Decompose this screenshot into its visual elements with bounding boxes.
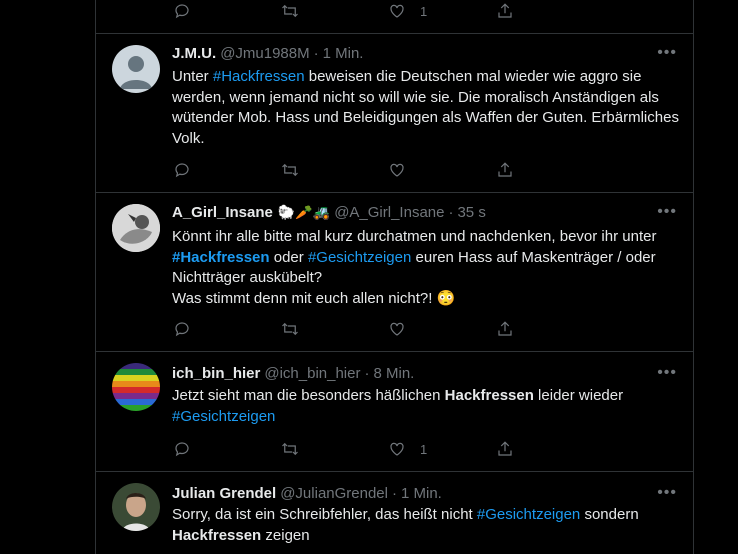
tweet-actions <box>173 319 603 339</box>
user-photo-icon <box>112 483 160 531</box>
retweet-button[interactable] <box>281 439 389 459</box>
share-icon <box>497 162 512 177</box>
text-segment: Könnt ihr alle bitte mal kurz durchatmen… <box>172 228 657 245</box>
timeline: 1 J.M.U. @Jmu1988M · 1 Min. ••• Unter #H… <box>95 0 694 554</box>
timestamp[interactable]: 1 Min. <box>323 45 364 62</box>
retweet-icon <box>281 322 298 336</box>
tweet-actions: 1 <box>173 1 603 21</box>
retweet-icon <box>281 163 298 177</box>
user-handle[interactable]: @A_Girl_Insane <box>334 204 444 221</box>
like-icon <box>390 322 404 336</box>
user-name[interactable]: J.M.U. <box>172 45 216 62</box>
avatar[interactable] <box>112 483 160 531</box>
tweet-actions: 1 <box>173 439 603 459</box>
share-icon <box>497 321 512 336</box>
like-button[interactable] <box>388 319 496 339</box>
text-segment: Unter <box>172 68 213 85</box>
rainbow-flag-icon <box>112 363 160 411</box>
tweet[interactable]: J.M.U. @Jmu1988M · 1 Min. ••• Unter #Hac… <box>96 33 693 192</box>
retweet-icon <box>281 4 298 18</box>
avatar[interactable] <box>112 204 160 252</box>
text-segment: sondern <box>580 506 639 523</box>
tweet-header: Julian Grendel @JulianGrendel · 1 Min. <box>172 485 442 502</box>
tweet-text: Jetzt sieht man die besonders häßlichen … <box>172 386 682 427</box>
timestamp[interactable]: 35 s <box>457 204 485 221</box>
hashtag-link[interactable]: #Gesichtzeigen <box>477 506 580 523</box>
text-segment: leider wieder <box>533 387 624 404</box>
tweet-text: Unter #Hackfressen beweisen die Deutsche… <box>172 67 682 149</box>
hashtag-link[interactable]: #Hackfressen <box>213 68 305 85</box>
reply-button[interactable] <box>173 319 281 339</box>
text-segment: oder <box>269 248 308 266</box>
like-button[interactable]: 1 <box>388 439 496 459</box>
default-avatar-icon <box>120 56 152 89</box>
retweet-icon <box>281 442 298 456</box>
reply-button[interactable] <box>173 439 281 459</box>
tweet-header: A_Girl_Insane 🐑🥕🚜 @A_Girl_Insane · 35 s <box>172 204 486 221</box>
share-icon <box>497 3 512 18</box>
like-count: 1 <box>420 3 428 19</box>
tweet[interactable]: A_Girl_Insane 🐑🥕🚜 @A_Girl_Insane · 35 s … <box>96 192 693 351</box>
hashtag-link[interactable]: #Gesichtzeigen <box>172 408 275 425</box>
tweet-actions <box>173 160 603 180</box>
reply-icon <box>175 163 189 178</box>
tweet-text: Sorry, da ist ein Schreibfehler, das hei… <box>172 505 682 546</box>
reply-icon <box>175 4 189 19</box>
share-button[interactable] <box>496 319 604 339</box>
like-button[interactable]: 1 <box>388 1 496 21</box>
avatar[interactable] <box>112 45 160 93</box>
share-button[interactable] <box>496 1 604 21</box>
more-icon[interactable]: ••• <box>657 203 677 221</box>
user-name[interactable]: Julian Grendel <box>172 485 276 502</box>
like-icon <box>390 163 404 177</box>
tweet-header: J.M.U. @Jmu1988M · 1 Min. <box>172 45 364 62</box>
like-icon <box>390 442 404 456</box>
text-segment: zeigen <box>261 526 310 544</box>
user-name[interactable]: A_Girl_Insane <box>172 204 273 221</box>
retweet-button[interactable] <box>281 1 389 21</box>
reply-button[interactable] <box>173 1 281 21</box>
share-button[interactable] <box>496 439 604 459</box>
tweet[interactable]: ich_bin_hier @ich_bin_hier · 8 Min. ••• … <box>96 351 693 471</box>
like-button[interactable] <box>388 160 496 180</box>
retweet-button[interactable] <box>281 160 389 180</box>
reply-icon <box>175 322 189 337</box>
hashtag-link[interactable]: #Hackfressen <box>172 249 270 266</box>
user-handle[interactable]: @ich_bin_hier <box>264 365 360 382</box>
name-emoji: 🐑🥕🚜 <box>277 204 331 220</box>
more-icon[interactable]: ••• <box>657 364 677 382</box>
text-segment: Jetzt sieht man die besonders häßlichen <box>172 387 445 404</box>
avatar[interactable] <box>112 363 160 411</box>
text-segment: Was stimmt denn mit euch allen nicht?! 😳 <box>172 289 456 307</box>
more-icon[interactable]: ••• <box>657 484 677 502</box>
user-photo-icon <box>112 204 160 252</box>
share-icon <box>497 441 512 456</box>
reply-icon <box>175 442 189 457</box>
user-handle[interactable]: @JulianGrendel <box>280 485 388 502</box>
text-segment: Hackfressen <box>444 387 534 404</box>
timestamp[interactable]: 8 Min. <box>373 365 414 382</box>
hashtag-link[interactable]: #Gesichtzeigen <box>308 249 411 266</box>
like-count: 1 <box>420 441 428 457</box>
retweet-button[interactable] <box>281 319 389 339</box>
reply-button[interactable] <box>173 160 281 180</box>
text-segment: Hackfressen <box>172 526 262 544</box>
share-button[interactable] <box>496 160 604 180</box>
user-name[interactable]: ich_bin_hier <box>172 365 260 382</box>
tweet[interactable]: Julian Grendel @JulianGrendel · 1 Min. •… <box>96 471 693 554</box>
text-segment: Sorry, da ist ein Schreibfehler, das hei… <box>172 506 477 523</box>
user-handle[interactable]: @Jmu1988M <box>220 45 309 62</box>
tweet-header: ich_bin_hier @ich_bin_hier · 8 Min. <box>172 365 415 382</box>
timestamp[interactable]: 1 Min. <box>401 485 442 502</box>
like-icon <box>390 4 404 18</box>
tweet-text: Könnt ihr alle bitte mal kurz durchatmen… <box>172 227 682 309</box>
more-icon[interactable]: ••• <box>657 44 677 62</box>
